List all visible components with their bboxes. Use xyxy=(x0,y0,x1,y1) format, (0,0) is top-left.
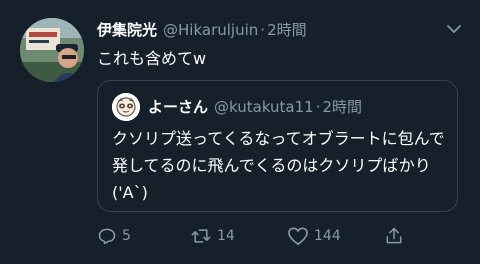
quoted-header: よーさん @kutakuta11 · 2時間 xyxy=(148,96,362,117)
separator-dot: · xyxy=(260,20,266,39)
quoted-display-name[interactable]: よーさん xyxy=(148,96,208,117)
tweet-text: これも含めてw xyxy=(97,49,207,68)
quoted-user-handle[interactable]: @kutakuta11 xyxy=(214,98,314,116)
retweet-count: 14 xyxy=(217,228,235,244)
quoted-separator-dot: · xyxy=(315,97,321,116)
share-icon xyxy=(384,226,404,246)
chevron-down-icon[interactable] xyxy=(442,20,466,38)
quoted-timestamp[interactable]: 2時間 xyxy=(323,96,363,117)
reply-button[interactable]: 5 xyxy=(97,223,131,249)
quoted-tweet-text: クソリプ送ってくるなってオブラートに包んで発してるのに飛んでくるのはクソリプばか… xyxy=(112,129,445,202)
quoted-avatar-image xyxy=(112,93,140,121)
tweet-header: 伊集院光 @Hikaruljuin · 2時間 xyxy=(97,19,440,40)
retweet-icon xyxy=(190,226,212,246)
avatar[interactable] xyxy=(20,18,84,82)
heart-icon xyxy=(287,226,309,246)
tweet-actions: 5 14 144 xyxy=(97,223,437,249)
retweet-button[interactable]: 14 xyxy=(190,223,235,249)
timestamp[interactable]: 2時間 xyxy=(267,19,307,40)
avatar-image xyxy=(20,18,84,82)
reply-icon xyxy=(97,226,117,246)
like-button[interactable]: 144 xyxy=(287,223,341,249)
quoted-avatar[interactable] xyxy=(112,93,140,121)
display-name[interactable]: 伊集院光 xyxy=(97,19,157,40)
share-button[interactable] xyxy=(384,223,404,249)
user-handle[interactable]: @Hikaruljuin xyxy=(163,21,258,39)
quoted-tweet[interactable]: よーさん @kutakuta11 · 2時間 クソリプ送ってくるなってオブラート… xyxy=(97,80,458,212)
reply-count: 5 xyxy=(122,228,131,244)
like-count: 144 xyxy=(314,228,341,244)
